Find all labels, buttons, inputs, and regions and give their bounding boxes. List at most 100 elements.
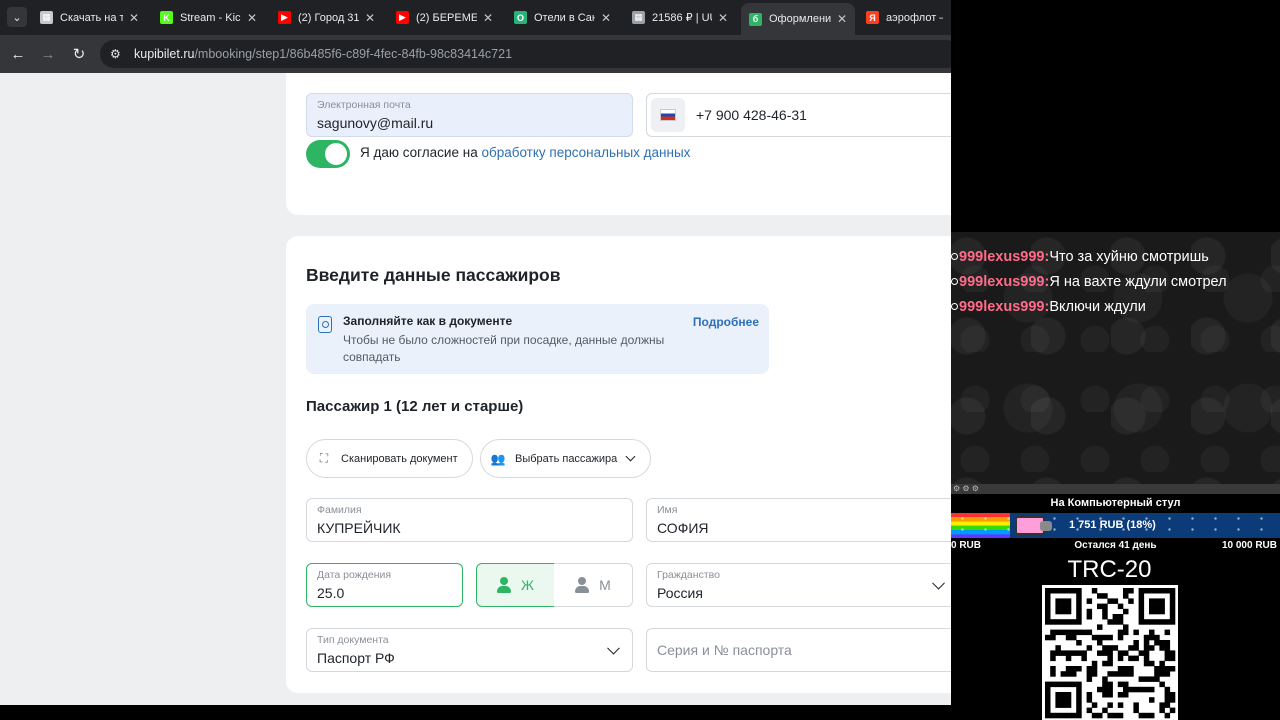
nyan-cat-icon <box>1015 516 1052 535</box>
citizenship-select[interactable]: Гражданство Россия <box>646 563 951 607</box>
browser-tab[interactable]: ▦ 21586 ₽ | UU ✕ <box>624 4 736 31</box>
taskbar-strip <box>0 705 951 720</box>
consent-toggle[interactable] <box>306 140 350 168</box>
qr-module <box>1055 645 1061 651</box>
tab-search-button[interactable]: ⌄ <box>7 7 27 27</box>
qr-module <box>1117 712 1124 719</box>
qr-module <box>1164 645 1171 651</box>
qr-module <box>1138 676 1145 682</box>
back-button[interactable]: ← <box>8 44 28 64</box>
close-icon[interactable]: ✕ <box>718 11 728 25</box>
qr-module <box>1164 697 1171 703</box>
qr-module <box>1133 655 1139 662</box>
russia-flag-icon <box>660 109 676 121</box>
qr-module <box>1076 707 1082 714</box>
qr-module <box>1107 598 1113 604</box>
chat-username: 999lexus999 <box>959 249 1045 265</box>
qr-module <box>1123 624 1129 630</box>
qr-module <box>1138 598 1145 604</box>
gender-female-button[interactable]: Ж <box>476 563 555 607</box>
surname-field[interactable]: Фамилия КУПРЕЙЧИК <box>306 498 633 542</box>
qr-module <box>1107 650 1113 656</box>
more-info-link[interactable]: Подробнее <box>693 315 759 329</box>
qr-module <box>1128 588 1134 594</box>
close-icon[interactable]: ✕ <box>247 11 257 25</box>
qr-module <box>1102 650 1108 656</box>
qr-module <box>1091 634 1098 641</box>
browser-tab[interactable]: ▦ Скачать на т ✕ <box>32 4 147 31</box>
country-flag-selector[interactable] <box>651 98 685 132</box>
qr-module <box>1112 671 1119 677</box>
qr-module <box>1143 660 1150 667</box>
chat-text: Я на вахте ждули смотрел <box>1049 274 1227 290</box>
qr-module <box>1065 603 1072 610</box>
qr-module <box>1060 598 1067 604</box>
close-icon[interactable]: ✕ <box>365 11 375 25</box>
qr-module <box>1149 629 1155 636</box>
qr-module <box>1169 666 1176 672</box>
wallet-label: TRC-20 <box>1067 556 1152 583</box>
qr-module <box>1159 707 1165 714</box>
qr-module <box>1138 650 1145 656</box>
close-icon[interactable]: ✕ <box>129 11 139 25</box>
choose-passenger-button[interactable]: 👥 Выбрать пассажира <box>480 439 651 478</box>
qr-module <box>1060 697 1067 703</box>
close-icon[interactable]: ✕ <box>601 11 611 25</box>
personal-data-link[interactable]: обработку персональных данных <box>481 145 690 160</box>
address-bar[interactable]: ⚙ kupibilet.ru/mbooking/step1/86b485f6-c… <box>100 40 951 68</box>
browser-tab[interactable]: ▶ (2) Город 31 ✕ <box>270 4 383 31</box>
qr-module <box>1123 593 1129 599</box>
qr-module <box>1055 681 1061 688</box>
qr-module <box>1050 712 1056 719</box>
gender-male-button[interactable]: М <box>554 563 633 607</box>
document-type-select[interactable]: Тип документа Паспорт РФ <box>306 628 633 672</box>
qr-module <box>1065 629 1072 636</box>
qr-module <box>1045 593 1051 599</box>
qr-module <box>1128 645 1134 651</box>
name-field[interactable]: Имя СОФИЯ <box>646 498 951 542</box>
qr-module <box>1055 702 1061 708</box>
qr-module <box>1055 598 1061 604</box>
qr-module <box>1164 650 1171 656</box>
qr-module <box>1076 712 1082 719</box>
tab-strip: ⌄ ▦ Скачать на т ✕ K Stream - Kick ✕ ▶ (2) Горо… <box>0 0 951 35</box>
phone-field[interactable]: +7 900 428-46-31 <box>646 93 951 137</box>
qr-module <box>1123 666 1129 672</box>
qr-module <box>1065 655 1072 662</box>
browser-tab[interactable]: б Оформлени ✕ <box>741 3 855 35</box>
yandex-icon: Я <box>866 11 879 24</box>
qr-module <box>1143 634 1150 641</box>
qr-module <box>1086 697 1093 703</box>
donation-goal-title: На Компьютерный стул <box>1050 497 1181 509</box>
qr-module <box>1154 671 1160 677</box>
qr-module <box>1143 712 1150 719</box>
qr-module <box>1045 702 1051 708</box>
qr-module <box>1065 650 1072 656</box>
birthdate-field[interactable]: Дата рождения 25.0 <box>306 563 463 607</box>
browser-tab[interactable]: O Отели в Сан ✕ <box>506 4 619 31</box>
close-icon[interactable]: ✕ <box>837 12 847 26</box>
qr-module <box>1107 712 1113 719</box>
qr-module <box>1102 707 1108 714</box>
email-field[interactable]: Электронная почта sagunovy@mail.ru <box>306 93 633 137</box>
qr-module <box>1112 598 1119 604</box>
reload-button[interactable]: ↻ <box>69 44 89 64</box>
close-icon[interactable]: ✕ <box>483 11 493 25</box>
tab-title: (2) Город 31 <box>298 11 359 24</box>
qr-module <box>1164 588 1171 594</box>
qr-module <box>1159 588 1165 594</box>
browser-tab[interactable]: Яаэрофлот — <box>858 4 951 31</box>
site-info-icon[interactable]: ⚙ <box>110 47 128 61</box>
qr-module <box>1045 686 1051 693</box>
browser-tab[interactable]: ▶ (2) БЕРЕМЕН ✕ <box>388 4 501 31</box>
qr-module <box>1050 629 1056 636</box>
forward-button[interactable]: → <box>38 44 58 64</box>
scan-document-button[interactable]: ⛶ Сканировать документ <box>306 439 473 478</box>
document-id-icon <box>318 316 332 333</box>
qr-module <box>1076 593 1082 599</box>
overlay-progress-strip: ⚙ ⚙ ⚙ <box>951 484 1280 494</box>
qr-module <box>1076 697 1082 703</box>
browser-tab[interactable]: K Stream - Kick ✕ <box>152 4 265 31</box>
passport-number-input[interactable]: Серия и № паспорта <box>646 628 951 672</box>
qr-module <box>1102 603 1108 610</box>
